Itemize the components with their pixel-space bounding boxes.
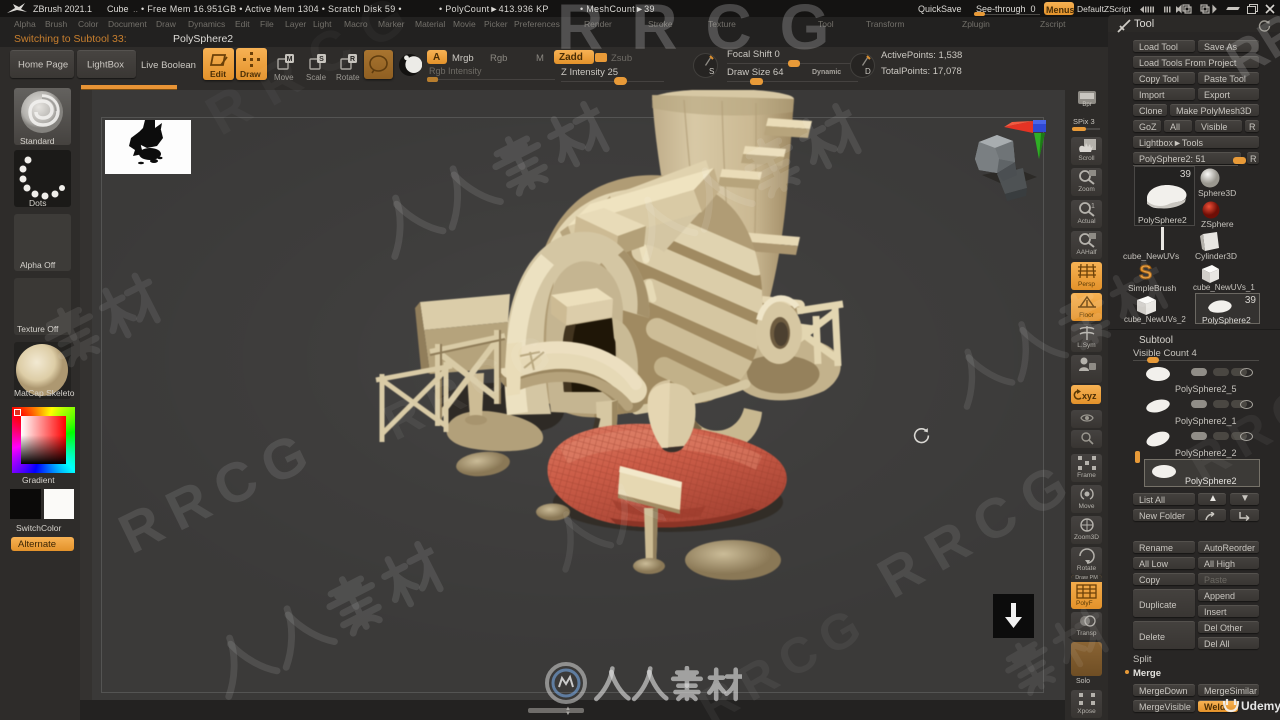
svg-text:S: S [319, 56, 324, 63]
svg-text:1: 1 [1091, 203, 1095, 210]
svg-text:R: R [350, 56, 355, 63]
svg-text:xyz: xyz [1082, 391, 1097, 401]
svg-text:S: S [1139, 262, 1152, 284]
svg-text:Bpr: Bpr [1082, 102, 1091, 107]
svg-text:S: S [709, 67, 714, 76]
svg-text:M: M [287, 56, 293, 63]
svg-text:D: D [865, 67, 871, 76]
